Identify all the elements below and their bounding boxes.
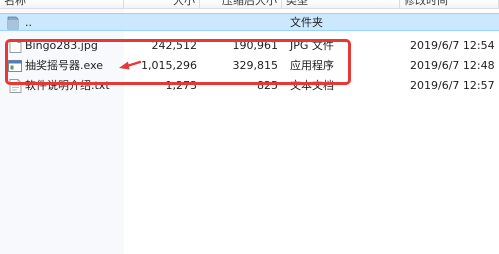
column-type-header[interactable]: 类型 [282, 0, 400, 8]
column-name-header[interactable]: 名称 [0, 0, 124, 8]
column-size-header[interactable]: 大小 [124, 0, 200, 8]
annotation-highlight-box [5, 39, 351, 85]
file-modified: 2019/6/7 12:57 [410, 79, 495, 92]
annotation-arrow-icon [119, 60, 141, 70]
file-list-view: 名称 大小 压缩后大小 类型 修改时间 .. 文件夹 Bingo283.jpg … [0, 0, 499, 254]
column-header: 名称 大小 压缩后大小 类型 修改时间 [0, 0, 499, 9]
file-modified: 2019/6/7 12:54 [410, 39, 495, 52]
column-modified-header[interactable]: 修改时间 [400, 0, 499, 8]
folder-icon [6, 16, 19, 30]
file-modified: 2019/6/7 12:48 [410, 59, 495, 72]
column-compressed-size-header[interactable]: 压缩后大小 [200, 0, 282, 8]
file-type: 文件夹 [290, 16, 323, 29]
file-row-parent-folder[interactable]: .. 文件夹 [0, 13, 499, 31]
file-name: .. [25, 16, 32, 29]
